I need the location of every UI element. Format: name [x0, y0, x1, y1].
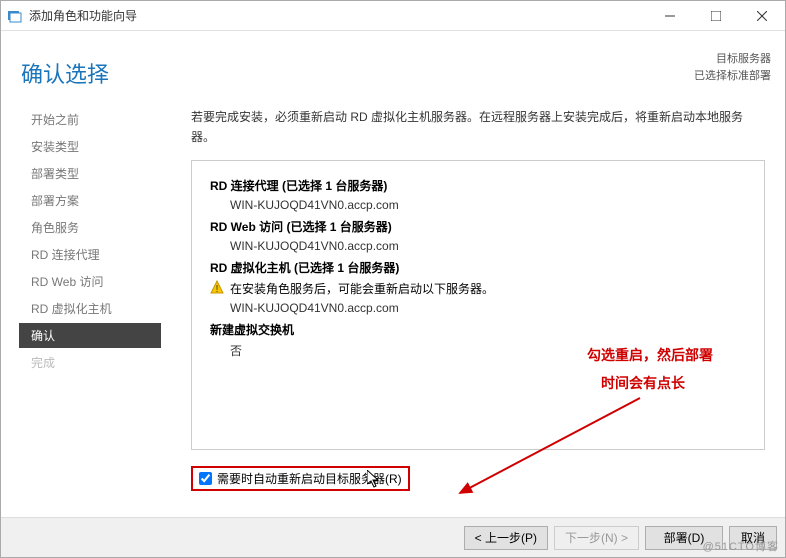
wizard-window: 添加角色和功能向导 确认选择 目标服务器 已选择标准部署 开始之前 安装类型 部…	[0, 0, 786, 558]
sidebar-item-rd-virtualhost[interactable]: RD 虚拟化主机	[19, 296, 161, 321]
annotation-line2: 时间会有点长	[601, 373, 713, 393]
window-title: 添加角色和功能向导	[29, 7, 647, 24]
app-icon	[7, 8, 23, 24]
maximize-button[interactable]	[693, 1, 739, 31]
main-panel: 若要完成安装，必须重新启动 RD 虚拟化主机服务器。在远程服务器上安装完成后，将…	[161, 31, 785, 519]
sidebar-item-confirm[interactable]: 确认	[19, 323, 161, 348]
annotation-line1: 勾选重启，然后部署	[587, 345, 713, 365]
next-button: 下一步(N) >	[554, 526, 639, 550]
annotation-text: 勾选重启，然后部署 时间会有点长	[587, 345, 713, 393]
sidebar-item-complete[interactable]: 完成	[19, 350, 161, 375]
annotation-arrow	[445, 393, 645, 503]
role-web-title: RD Web 访问 (已选择 1 台服务器)	[210, 218, 746, 235]
sidebar-item-before-you-begin[interactable]: 开始之前	[19, 107, 161, 132]
role-vhost-server: WIN-KUJOQD41VN0.accp.com	[230, 301, 746, 315]
sidebar-item-rd-broker[interactable]: RD 连接代理	[19, 242, 161, 267]
page-title: 确认选择	[21, 57, 109, 89]
role-web-server: WIN-KUJOQD41VN0.accp.com	[230, 239, 746, 253]
titlebar: 添加角色和功能向导	[1, 1, 785, 31]
warning-icon: !	[210, 280, 224, 294]
cursor-icon	[367, 470, 381, 491]
sidebar-item-role-services[interactable]: 角色服务	[19, 215, 161, 240]
restart-checkbox[interactable]	[199, 472, 212, 485]
content-area: 开始之前 安装类型 部署类型 部署方案 角色服务 RD 连接代理 RD Web …	[1, 31, 785, 519]
minimize-button[interactable]	[647, 1, 693, 31]
role-vhost-title: RD 虚拟化主机 (已选择 1 台服务器)	[210, 259, 746, 276]
close-button[interactable]	[739, 1, 785, 31]
prev-button[interactable]: < 上一步(P)	[464, 526, 548, 550]
vswitch-title: 新建虚拟交换机	[210, 321, 746, 338]
role-broker-server: WIN-KUJOQD41VN0.accp.com	[230, 198, 746, 212]
watermark: @51CTO博客	[703, 538, 779, 554]
role-broker-title: RD 连接代理 (已选择 1 台服务器)	[210, 177, 746, 194]
intro-text: 若要完成安装，必须重新启动 RD 虚拟化主机服务器。在远程服务器上安装完成后，将…	[191, 107, 765, 148]
sidebar-item-deploy-type[interactable]: 部署类型	[19, 161, 161, 186]
wizard-footer: < 上一步(P) 下一步(N) > 部署(D) 取消	[1, 517, 785, 557]
restart-checkbox-row: 需要时自动重新启动目标服务器(R)	[191, 466, 410, 491]
warning-row: ! 在安装角色服务后，可能会重新启动以下服务器。	[210, 280, 746, 297]
warning-text: 在安装角色服务后，可能会重新启动以下服务器。	[230, 280, 494, 297]
svg-text:!: !	[216, 284, 219, 294]
sidebar-item-install-type[interactable]: 安装类型	[19, 134, 161, 159]
sidebar-item-deploy-plan[interactable]: 部署方案	[19, 188, 161, 213]
sidebar-item-rd-web[interactable]: RD Web 访问	[19, 269, 161, 294]
wizard-sidebar: 开始之前 安装类型 部署类型 部署方案 角色服务 RD 连接代理 RD Web …	[1, 31, 161, 519]
